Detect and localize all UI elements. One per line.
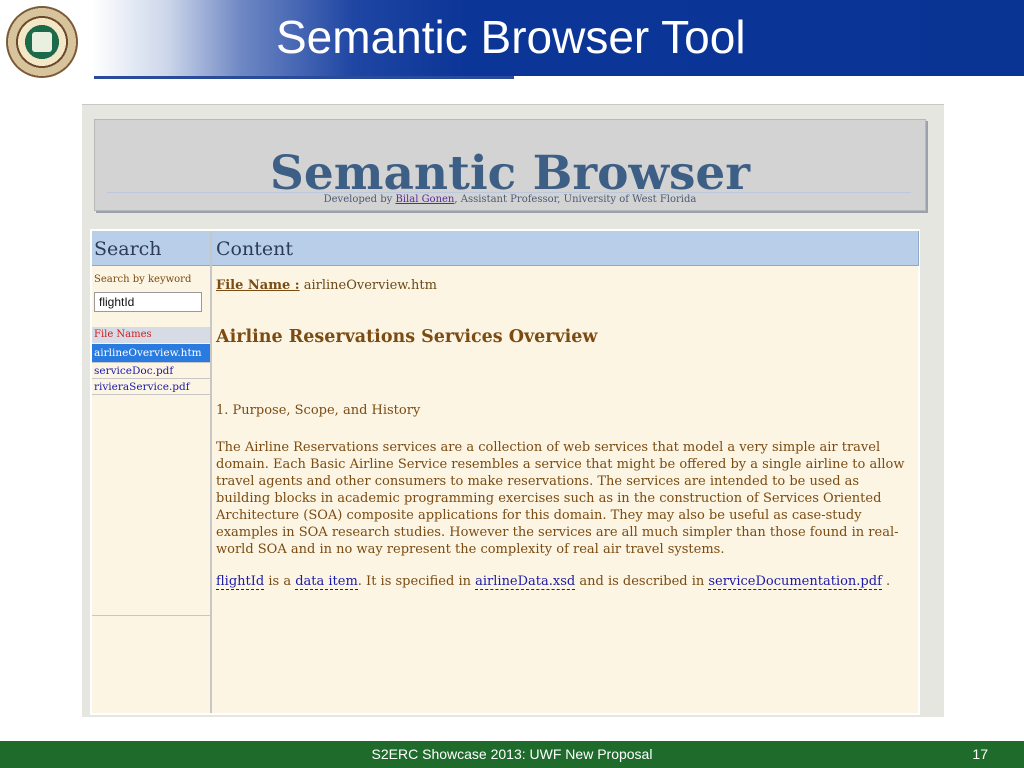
search-result-line: flightId is a data item. It is specified…: [216, 574, 912, 590]
slide-footer: S2ERC Showcase 2013: UWF New Proposal 17: [0, 741, 1024, 768]
data-item-link[interactable]: data item: [295, 574, 358, 590]
xsd-link[interactable]: airlineData.xsd: [475, 574, 576, 590]
app-body: Search Search by keyword File Names airl…: [90, 229, 920, 715]
file-name-label: File Name :: [216, 278, 300, 293]
header-rule: [94, 76, 514, 79]
content-heading: Content: [216, 238, 293, 260]
file-item-service-doc[interactable]: serviceDoc.pdf: [92, 364, 210, 379]
result-text-4: .: [881, 574, 891, 589]
panel-divider: [92, 615, 210, 616]
keyword-label: Search by keyword: [94, 274, 192, 285]
slide-header: Semantic Browser Tool: [0, 0, 1024, 80]
app-banner: Semantic Browser Developed by Bilal Gone…: [94, 119, 926, 211]
content-panel: Content File Name : airlineOverview.htm …: [212, 231, 919, 713]
app-credits: Developed by Bilal Gonen, Assistant Prof…: [95, 194, 925, 205]
section-heading: 1. Purpose, Scope, and History: [216, 403, 421, 418]
content-panel-header: Content: [212, 231, 919, 266]
documentation-link[interactable]: serviceDocumentation.pdf: [708, 574, 882, 590]
search-heading: Search: [94, 238, 162, 260]
search-input[interactable]: [94, 292, 202, 312]
file-name-line: File Name : airlineOverview.htm: [216, 278, 437, 293]
result-text-1: is a: [264, 574, 296, 589]
result-text-3: and is described in: [575, 574, 709, 589]
banner-divider: [107, 192, 911, 193]
document-paragraph: The Airline Reservations services are a …: [216, 440, 905, 557]
term-link[interactable]: flightId: [216, 574, 265, 590]
search-panel: Search Search by keyword File Names airl…: [92, 231, 212, 713]
page-number: 17: [972, 746, 988, 762]
app-screenshot: Semantic Browser Developed by Bilal Gone…: [82, 104, 944, 717]
file-item-airline-overview[interactable]: airlineOverview.htm: [92, 344, 210, 363]
slide-title: Semantic Browser Tool: [276, 11, 746, 63]
search-panel-header: Search: [92, 231, 210, 266]
result-text-2: . It is specified in: [357, 574, 476, 589]
credits-prefix: Developed by: [323, 194, 396, 205]
author-link[interactable]: Bilal Gonen: [395, 194, 454, 205]
file-item-riviera-service[interactable]: rivieraService.pdf: [92, 380, 210, 395]
university-seal-icon: [6, 6, 78, 78]
file-name-value: airlineOverview.htm: [299, 278, 437, 293]
footer-text: S2ERC Showcase 2013: UWF New Proposal: [371, 746, 653, 762]
file-names-heading: File Names: [92, 327, 210, 343]
credits-affiliation: , Assistant Professor, University of Wes…: [454, 194, 697, 205]
document-title: Airline Reservations Services Overview: [216, 327, 598, 347]
